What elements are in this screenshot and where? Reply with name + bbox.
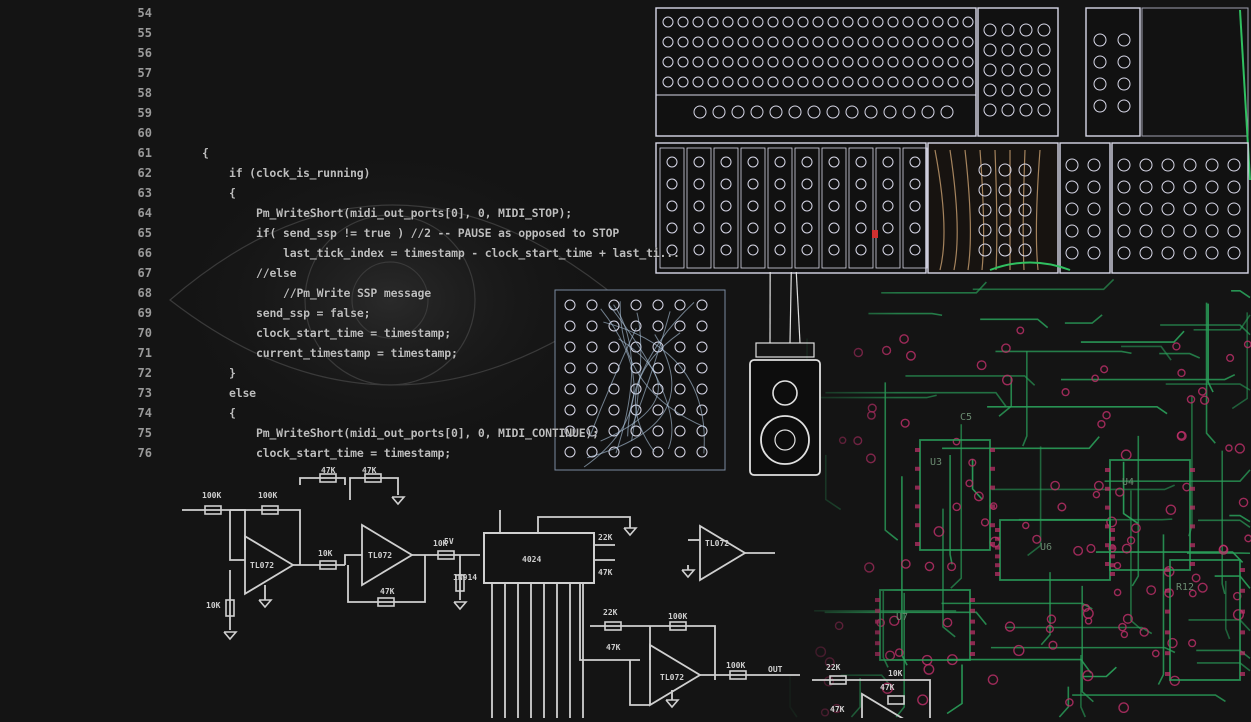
schematic-label: TL072 [250,561,274,570]
line-number: 64 [118,203,152,223]
code-text: Pm_WriteShort(midi_out_ports[0], 0, MIDI… [256,423,599,443]
schematic-label: TL072 [368,551,392,560]
code-text: //Pm_Write SSP message [283,283,431,303]
line-number: 76 [118,443,152,463]
line-number: 58 [118,83,152,103]
code-text: send_ssp = false; [256,303,370,323]
schematic-label: 10K [888,669,903,678]
schematic-label: 5V [444,537,454,546]
schematic-label: 22K [598,533,613,542]
schematic-label: 100K [668,612,687,621]
synth-case [1142,8,1248,136]
synth-case [928,143,1058,273]
line-number: 59 [118,103,152,123]
desktop-wallpaper: U3U4U6U7R12C5 47K47K100K100KTL072TL07210… [0,0,1251,718]
code-text: Pm_WriteShort(midi_out_ports[0], 0, MIDI… [256,203,572,223]
code-editor-overlay: 5455565758596061 {62 if (clock_is_running)… [0,0,760,470]
code-text: if( send_ssp != true ) //2 -- PAUSE as o… [256,223,619,243]
schematic-label: 4024 [522,555,541,564]
schematic-label: 10K [318,549,333,558]
code-text: if (clock_is_running) [229,163,370,183]
line-number: 69 [118,303,152,323]
code-text: { [229,403,236,423]
line-number: 71 [118,343,152,363]
code-text: clock_start_time = timestamp; [256,443,451,463]
line-number: 66 [118,243,152,263]
synth-case [978,8,1058,136]
schematic-label: TL072 [660,673,684,682]
schematic-label: 47K [606,643,621,652]
schematic-label: 47K [880,683,895,692]
line-number: 68 [118,283,152,303]
schematic-label: 22K [603,608,618,617]
code-text: { [202,143,209,163]
code-text: last_tick_index = timestamp - clock_star… [283,243,680,263]
code-text: clock_start_time = timestamp; [256,323,451,343]
line-number: 54 [118,3,152,23]
line-number: 70 [118,323,152,343]
line-number: 56 [118,43,152,63]
schematic-label: TL072 [705,539,729,548]
schematic-label: 47K [830,705,845,714]
line-number: 72 [118,363,152,383]
schematic-label: 22K [826,663,841,672]
line-number: 61 [118,143,152,163]
line-number: 55 [118,23,152,43]
line-number: 75 [118,423,152,443]
line-number: 62 [118,163,152,183]
line-number: 67 [118,263,152,283]
synth-case [1086,8,1140,136]
code-text: current_timestamp = timestamp; [256,343,458,363]
line-number: 74 [118,403,152,423]
line-number: 57 [118,63,152,83]
line-number: 73 [118,383,152,403]
code-text: } [229,363,236,383]
code-text: //else [256,263,296,283]
synth-case [1060,143,1110,273]
line-number: 65 [118,223,152,243]
schematic-label: 100K [258,491,277,500]
line-number: 60 [118,123,152,143]
schematic-label: 100K [726,661,745,670]
schematic-label: 47K [380,587,395,596]
schematic-label: 100K [202,491,221,500]
schematic-label: 10K [206,601,221,610]
line-number: 63 [118,183,152,203]
schematic-label: OUT [768,665,783,674]
schematic-label: 47K [598,568,613,577]
schematic-label: 1N914 [453,573,477,582]
code-text: else [229,383,256,403]
speaker-cabinet [750,360,820,475]
led [872,230,878,238]
code-text: { [229,183,236,203]
